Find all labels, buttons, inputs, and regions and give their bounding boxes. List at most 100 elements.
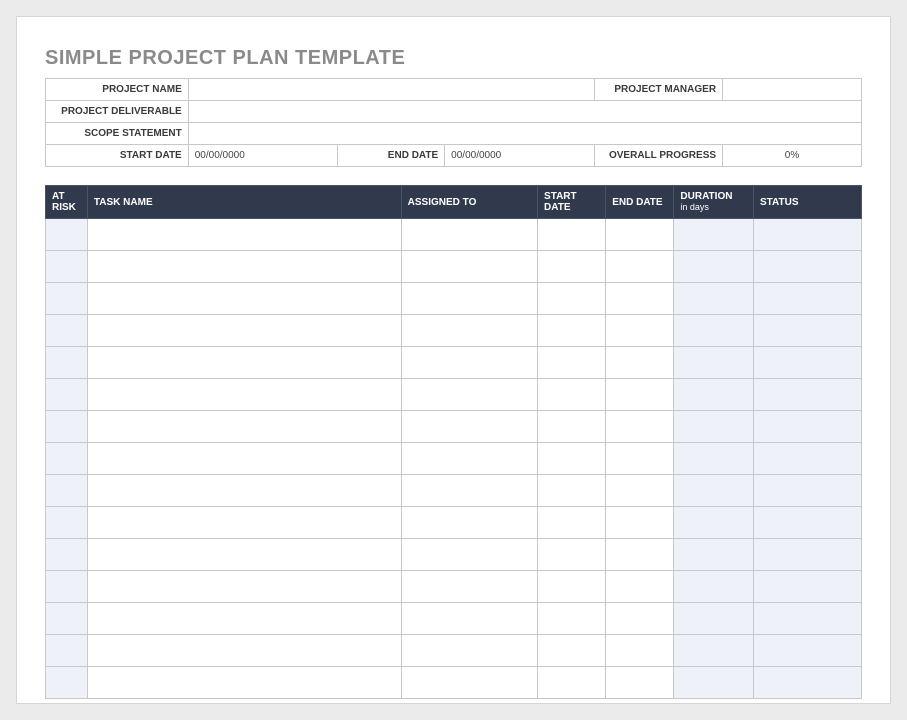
cell-status[interactable]: [753, 603, 861, 635]
cell-status[interactable]: [753, 443, 861, 475]
cell-task-name[interactable]: [87, 251, 401, 283]
cell-at-risk[interactable]: [46, 475, 88, 507]
cell-start-date[interactable]: [538, 635, 606, 667]
cell-at-risk[interactable]: [46, 283, 88, 315]
cell-status[interactable]: [753, 475, 861, 507]
cell-start-date[interactable]: [538, 475, 606, 507]
cell-at-risk[interactable]: [46, 411, 88, 443]
cell-start-date[interactable]: [538, 315, 606, 347]
cell-at-risk[interactable]: [46, 603, 88, 635]
cell-assigned-to[interactable]: [401, 283, 537, 315]
cell-duration[interactable]: [674, 571, 754, 603]
cell-status[interactable]: [753, 315, 861, 347]
end-date-value[interactable]: 00/00/0000: [445, 145, 595, 167]
cell-duration[interactable]: [674, 411, 754, 443]
cell-duration[interactable]: [674, 379, 754, 411]
cell-end-date[interactable]: [606, 667, 674, 699]
cell-end-date[interactable]: [606, 507, 674, 539]
cell-assigned-to[interactable]: [401, 475, 537, 507]
cell-assigned-to[interactable]: [401, 315, 537, 347]
cell-end-date[interactable]: [606, 379, 674, 411]
cell-task-name[interactable]: [87, 347, 401, 379]
cell-assigned-to[interactable]: [401, 219, 537, 251]
project-manager-value[interactable]: [723, 79, 862, 101]
start-date-value[interactable]: 00/00/0000: [188, 145, 338, 167]
cell-start-date[interactable]: [538, 539, 606, 571]
cell-start-date[interactable]: [538, 411, 606, 443]
cell-task-name[interactable]: [87, 219, 401, 251]
cell-task-name[interactable]: [87, 603, 401, 635]
cell-end-date[interactable]: [606, 635, 674, 667]
cell-task-name[interactable]: [87, 443, 401, 475]
project-deliverable-value[interactable]: [188, 101, 861, 123]
project-name-value[interactable]: [188, 79, 594, 101]
cell-assigned-to[interactable]: [401, 571, 537, 603]
cell-start-date[interactable]: [538, 507, 606, 539]
cell-start-date[interactable]: [538, 443, 606, 475]
cell-assigned-to[interactable]: [401, 251, 537, 283]
cell-task-name[interactable]: [87, 635, 401, 667]
cell-at-risk[interactable]: [46, 379, 88, 411]
cell-assigned-to[interactable]: [401, 411, 537, 443]
cell-task-name[interactable]: [87, 667, 401, 699]
cell-task-name[interactable]: [87, 411, 401, 443]
cell-end-date[interactable]: [606, 219, 674, 251]
cell-end-date[interactable]: [606, 571, 674, 603]
cell-end-date[interactable]: [606, 539, 674, 571]
cell-end-date[interactable]: [606, 347, 674, 379]
cell-at-risk[interactable]: [46, 315, 88, 347]
cell-task-name[interactable]: [87, 379, 401, 411]
cell-status[interactable]: [753, 635, 861, 667]
cell-end-date[interactable]: [606, 411, 674, 443]
cell-end-date[interactable]: [606, 315, 674, 347]
cell-at-risk[interactable]: [46, 667, 88, 699]
cell-duration[interactable]: [674, 315, 754, 347]
cell-at-risk[interactable]: [46, 219, 88, 251]
cell-assigned-to[interactable]: [401, 635, 537, 667]
cell-duration[interactable]: [674, 219, 754, 251]
cell-duration[interactable]: [674, 443, 754, 475]
cell-start-date[interactable]: [538, 603, 606, 635]
cell-task-name[interactable]: [87, 507, 401, 539]
cell-duration[interactable]: [674, 507, 754, 539]
cell-task-name[interactable]: [87, 475, 401, 507]
cell-status[interactable]: [753, 539, 861, 571]
cell-at-risk[interactable]: [46, 347, 88, 379]
cell-at-risk[interactable]: [46, 443, 88, 475]
cell-start-date[interactable]: [538, 251, 606, 283]
cell-status[interactable]: [753, 283, 861, 315]
cell-end-date[interactable]: [606, 475, 674, 507]
cell-duration[interactable]: [674, 603, 754, 635]
cell-status[interactable]: [753, 347, 861, 379]
cell-start-date[interactable]: [538, 283, 606, 315]
cell-assigned-to[interactable]: [401, 507, 537, 539]
cell-status[interactable]: [753, 507, 861, 539]
cell-start-date[interactable]: [538, 347, 606, 379]
cell-duration[interactable]: [674, 539, 754, 571]
cell-duration[interactable]: [674, 667, 754, 699]
cell-task-name[interactable]: [87, 571, 401, 603]
cell-assigned-to[interactable]: [401, 379, 537, 411]
scope-statement-value[interactable]: [188, 123, 861, 145]
cell-assigned-to[interactable]: [401, 443, 537, 475]
cell-end-date[interactable]: [606, 251, 674, 283]
cell-assigned-to[interactable]: [401, 539, 537, 571]
cell-task-name[interactable]: [87, 315, 401, 347]
cell-end-date[interactable]: [606, 603, 674, 635]
cell-assigned-to[interactable]: [401, 603, 537, 635]
cell-start-date[interactable]: [538, 219, 606, 251]
cell-assigned-to[interactable]: [401, 347, 537, 379]
cell-end-date[interactable]: [606, 443, 674, 475]
cell-status[interactable]: [753, 571, 861, 603]
cell-at-risk[interactable]: [46, 507, 88, 539]
cell-start-date[interactable]: [538, 379, 606, 411]
cell-at-risk[interactable]: [46, 251, 88, 283]
cell-status[interactable]: [753, 251, 861, 283]
cell-at-risk[interactable]: [46, 635, 88, 667]
cell-status[interactable]: [753, 411, 861, 443]
cell-at-risk[interactable]: [46, 571, 88, 603]
cell-duration[interactable]: [674, 347, 754, 379]
cell-start-date[interactable]: [538, 667, 606, 699]
cell-status[interactable]: [753, 379, 861, 411]
cell-duration[interactable]: [674, 251, 754, 283]
